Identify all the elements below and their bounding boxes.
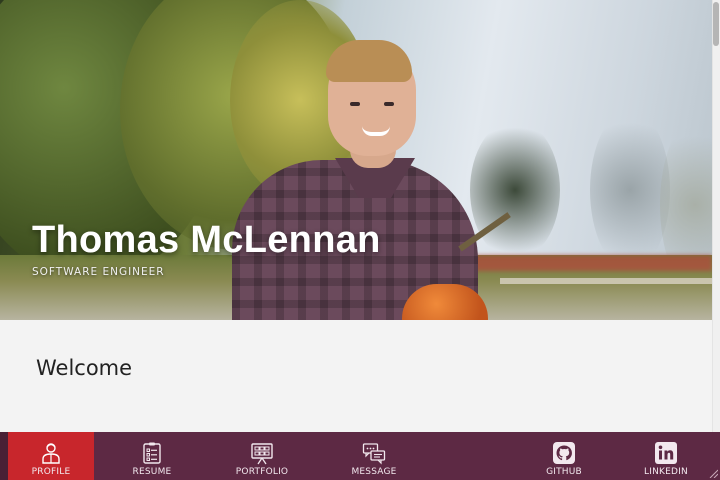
linkedin-icon xyxy=(655,442,677,464)
vertical-scrollbar[interactable] xyxy=(712,0,720,432)
nav-label: MESSAGE xyxy=(351,467,397,477)
resize-grip-icon[interactable] xyxy=(708,468,718,478)
nav-label: LINKEDIN xyxy=(644,467,688,477)
portrait-eye xyxy=(350,102,360,106)
clipboard-icon xyxy=(143,442,161,464)
portrait-eye xyxy=(384,102,394,106)
hero-name: Thomas McLennan xyxy=(32,219,381,261)
nav-label: PROFILE xyxy=(31,467,71,477)
presentation-board-icon xyxy=(251,443,273,465)
scrollbar-thumb[interactable] xyxy=(713,2,719,46)
main-content: Welcome xyxy=(0,320,712,432)
hero-role: SOFTWARE ENGINEER xyxy=(32,266,165,278)
nav-profile[interactable]: PROFILE xyxy=(8,432,94,480)
bottom-navbar: PROFILE RESUME PORTFOLIO MESSAGE GITHUB … xyxy=(0,432,720,480)
background-tree xyxy=(590,110,670,270)
github-icon xyxy=(553,442,575,464)
nav-message[interactable]: MESSAGE xyxy=(334,432,414,480)
chat-bubbles-icon xyxy=(362,443,386,465)
nav-linkedin[interactable]: LINKEDIN xyxy=(626,432,706,480)
nav-label: GITHUB xyxy=(546,467,582,477)
nav-label: RESUME xyxy=(132,467,172,477)
background-tree xyxy=(470,120,560,260)
nav-portfolio[interactable]: PORTFOLIO xyxy=(222,432,302,480)
nav-github[interactable]: GITHUB xyxy=(524,432,604,480)
background-fence xyxy=(500,278,712,284)
nav-edge xyxy=(0,432,8,480)
welcome-heading: Welcome xyxy=(36,356,133,380)
background-barn xyxy=(470,255,712,271)
portrait-hair xyxy=(326,40,412,82)
nav-resume[interactable]: RESUME xyxy=(112,432,192,480)
nav-label: PORTFOLIO xyxy=(235,467,289,477)
hero-banner: Thomas McLennan SOFTWARE ENGINEER xyxy=(0,0,712,320)
hero-text: Thomas McLennan SOFTWARE ENGINEER xyxy=(32,218,381,278)
person-icon xyxy=(42,443,60,464)
